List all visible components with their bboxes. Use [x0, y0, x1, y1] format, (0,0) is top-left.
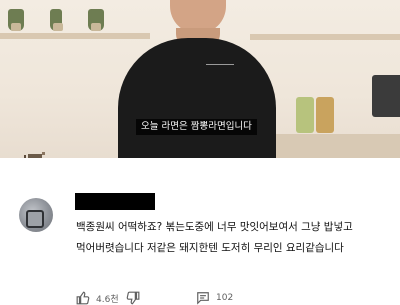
plant-pot: [88, 9, 104, 31]
video-frame[interactable]: 오늘 라면은 짬뽕라면입니다: [0, 0, 400, 158]
commenter-name-redacted: [75, 193, 155, 210]
kitchen-shelf: [0, 33, 150, 39]
comment-actions: 4.6천 102: [76, 291, 396, 305]
chef-figure: [118, 38, 276, 158]
plant-pot: [8, 9, 24, 31]
avatar[interactable]: [19, 198, 53, 232]
kitchen-shelf: [250, 34, 400, 40]
spice-jar: [316, 97, 334, 133]
like-count: 4.6천: [96, 294, 119, 305]
avatar-image: [26, 210, 44, 228]
video-subtitle: 오늘 라면은 짬뽕라면입니다: [136, 119, 257, 135]
spice-jar: [296, 97, 314, 133]
thumbs-up-icon: [76, 291, 90, 305]
reply-count: 102: [216, 293, 234, 303]
thumbs-down-icon: [126, 291, 140, 305]
reply-icon: [197, 292, 209, 305]
dislike-button[interactable]: [126, 291, 140, 305]
like-button[interactable]: 4.6천: [76, 291, 119, 305]
comment-item: 백종원씨 어떡하죠? 볶는도중에 너무 맛잇어보여서 그냥 밥넣고 먹어버렷습니…: [0, 158, 400, 305]
reply-button[interactable]: 102: [196, 291, 233, 305]
comment-text: 백종원씨 어떡하죠? 볶는도중에 너무 맛잇어보여서 그냥 밥넣고 먹어버렷습니…: [76, 221, 353, 254]
chef-logo: [206, 58, 234, 65]
microwave: [372, 75, 400, 117]
plant-pot: [50, 9, 63, 31]
